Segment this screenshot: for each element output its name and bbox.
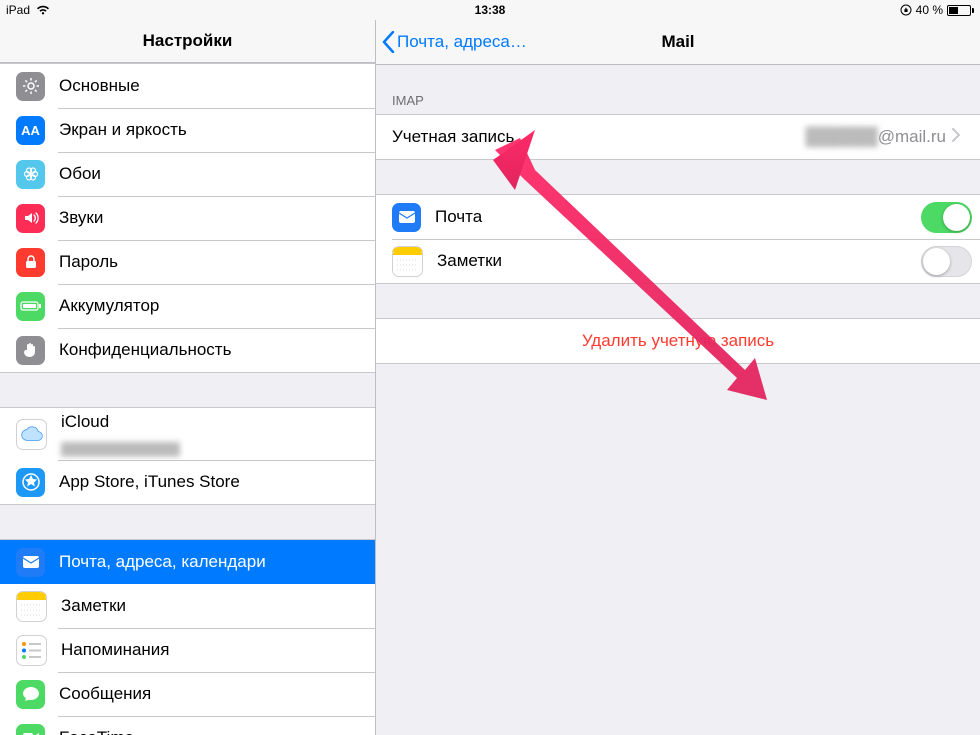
battery-text: 40 %: [916, 3, 943, 17]
sidebar-item-appstore[interactable]: App Store, iTunes Store: [0, 460, 375, 504]
sidebar-item-notes[interactable]: Заметки: [0, 584, 375, 628]
speaker-icon: [16, 204, 45, 233]
chevron-right-icon: [952, 128, 960, 147]
section-header-imap: IMAP: [376, 65, 980, 114]
settings-sidebar: Настройки Основные AA Экран и яркость Обои З…: [0, 20, 376, 735]
sidebar-item-label: Заметки: [61, 596, 375, 616]
sidebar-item-label: Аккумулятор: [59, 296, 375, 316]
back-button[interactable]: Почта, адреса…: [382, 31, 527, 53]
sidebar-item-battery[interactable]: Аккумулятор: [0, 284, 375, 328]
sidebar-item-display[interactable]: AA Экран и яркость: [0, 108, 375, 152]
sidebar-header: Настройки: [0, 20, 375, 63]
service-row-notes: Заметки: [376, 239, 980, 283]
sidebar-item-messages[interactable]: Сообщения: [0, 672, 375, 716]
sidebar-item-label: Экран и яркость: [59, 120, 375, 140]
reminders-icon: [16, 635, 47, 666]
appstore-icon: [16, 468, 45, 497]
battery-icon: [16, 292, 45, 321]
sidebar-item-label: Основные: [59, 76, 375, 96]
sidebar-item-label: FaceTime: [59, 728, 375, 735]
detail-header: Почта, адреса… Mail: [376, 20, 980, 65]
sidebar-item-facetime[interactable]: FaceTime: [0, 716, 375, 735]
messages-icon: [16, 680, 45, 709]
status-time: 13:38: [0, 3, 980, 17]
sidebar-item-label: Напоминания: [61, 640, 375, 660]
sidebar-item-label: Конфиденциальность: [59, 340, 375, 360]
notes-icon: [392, 246, 423, 277]
detail-title: Mail: [661, 32, 694, 52]
service-row-mail: Почта: [376, 195, 980, 239]
sidebar-item-sub: ██████████████: [61, 442, 180, 456]
status-bar: iPad 13:38 40 %: [0, 0, 980, 20]
AA-icon: AA: [16, 116, 45, 145]
sidebar-item-label: Пароль: [59, 252, 375, 272]
sidebar-item-icloud[interactable]: iCloud██████████████: [0, 408, 375, 460]
delete-account-label: Удалить учетную запись: [376, 319, 980, 363]
mail-icon: [392, 203, 421, 232]
sidebar-item-label: Почта, адреса, календари: [59, 552, 375, 572]
sidebar-item-label: App Store, iTunes Store: [59, 472, 375, 492]
rotation-lock-icon: [900, 4, 912, 16]
lock-icon: [16, 248, 45, 277]
gear-icon: [16, 72, 45, 101]
sidebar-item-privacy[interactable]: Конфиденциальность: [0, 328, 375, 372]
battery-icon: [947, 5, 974, 16]
facetime-icon: [16, 724, 45, 735]
sidebar-item-label: Сообщения: [59, 684, 375, 704]
account-value: ██████@mail.ru: [805, 127, 946, 147]
sidebar-title: Настройки: [143, 31, 233, 51]
flower-icon: [16, 160, 45, 189]
toggle-notes[interactable]: [921, 246, 972, 277]
notes-icon: [16, 591, 47, 622]
sidebar-item-sounds[interactable]: Звуки: [0, 196, 375, 240]
back-label: Почта, адреса…: [397, 32, 527, 52]
sidebar-item-general[interactable]: Основные: [0, 64, 375, 108]
cloud-icon: [16, 419, 47, 450]
detail-pane: Почта, адреса… Mail IMAP Учетная запись …: [376, 20, 980, 735]
sidebar-item-wallpaper[interactable]: Обои: [0, 152, 375, 196]
account-row[interactable]: Учетная запись ██████@mail.ru: [376, 115, 980, 159]
sidebar-item-label: Звуки: [59, 208, 375, 228]
sidebar-item-label: iCloud: [61, 412, 180, 444]
mail-icon: [16, 548, 45, 577]
sidebar-item-mail[interactable]: Почта, адреса, календари: [0, 540, 375, 584]
sidebar-item-reminders[interactable]: Напоминания: [0, 628, 375, 672]
hand-icon: [16, 336, 45, 365]
service-label: Заметки: [437, 251, 921, 271]
service-label: Почта: [435, 207, 921, 227]
sidebar-item-passcode[interactable]: Пароль: [0, 240, 375, 284]
account-label: Учетная запись: [392, 127, 805, 147]
toggle-mail[interactable]: [921, 202, 972, 233]
delete-account-button[interactable]: Удалить учетную запись: [376, 319, 980, 363]
sidebar-item-label: Обои: [59, 164, 375, 184]
